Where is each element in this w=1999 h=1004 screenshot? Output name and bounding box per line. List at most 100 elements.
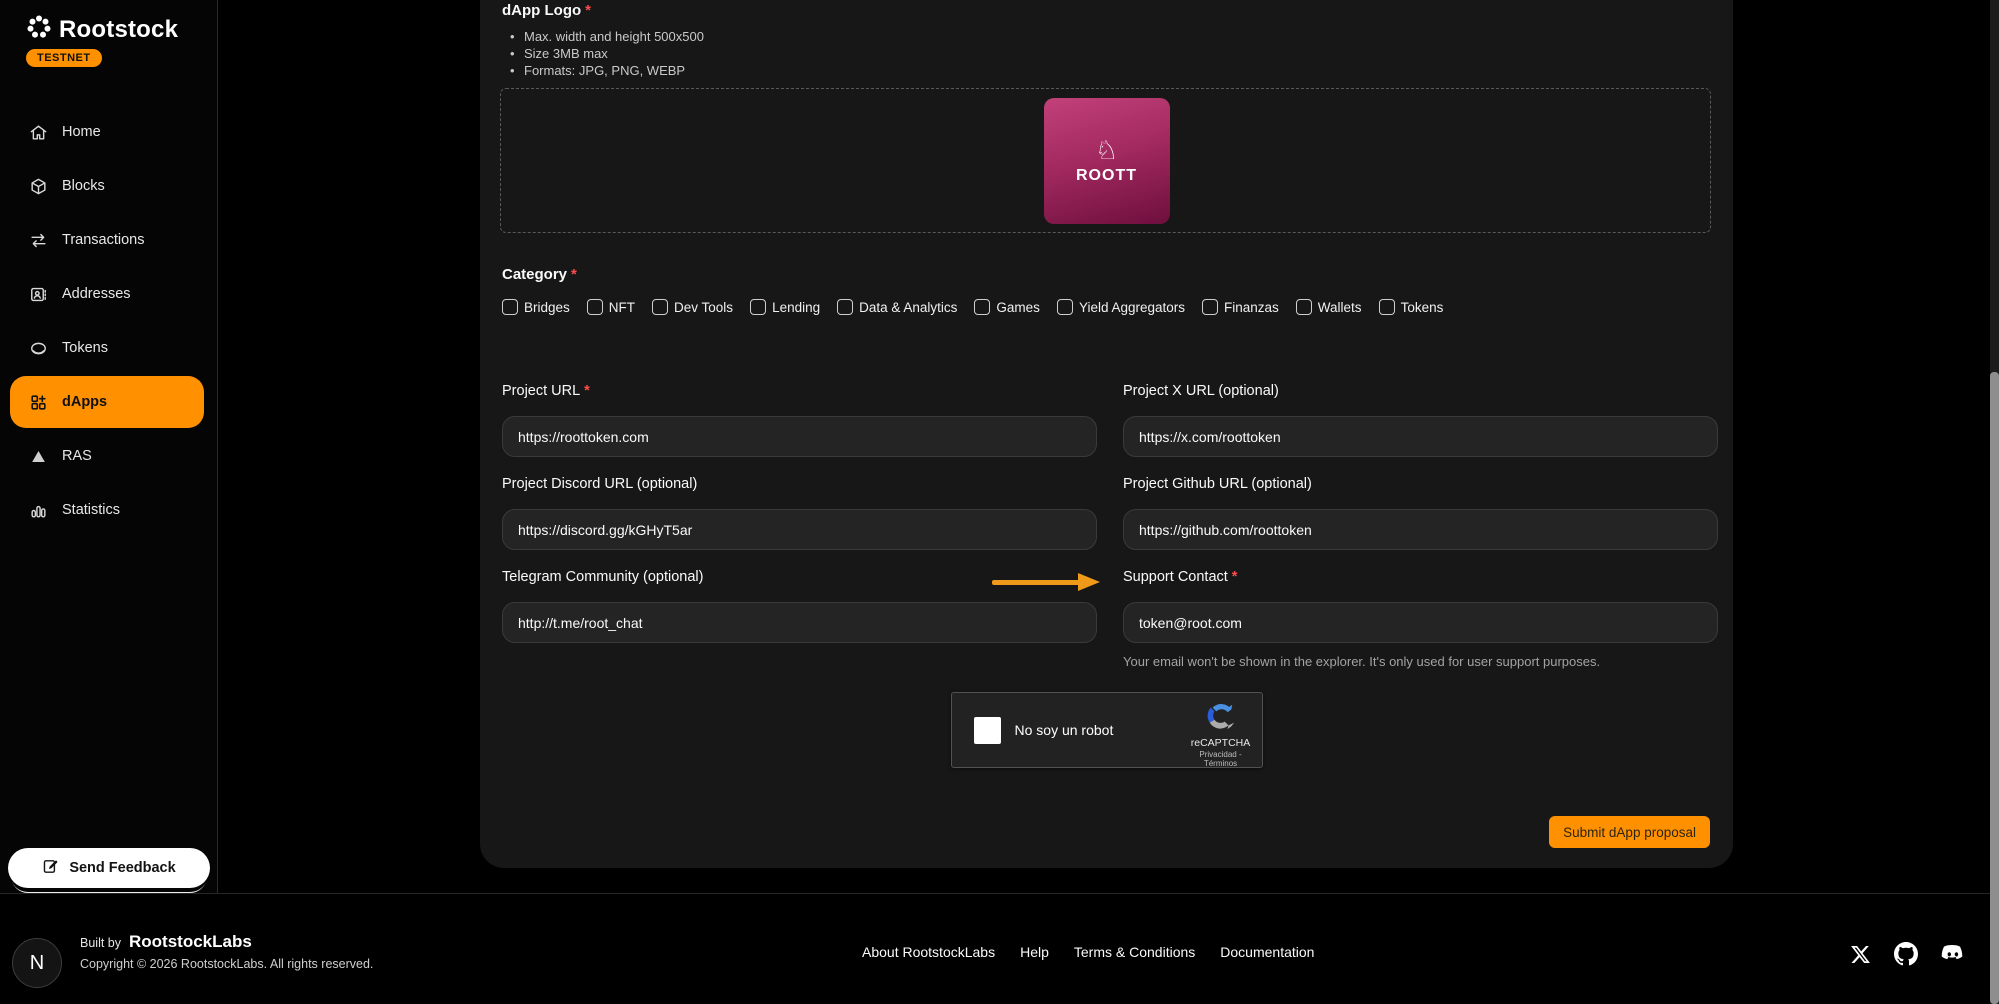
recaptcha-label: No soy un robot — [1015, 722, 1114, 738]
recaptcha-icon — [1206, 718, 1236, 735]
checkbox[interactable] — [1057, 299, 1073, 315]
checkbox[interactable] — [837, 299, 853, 315]
rootstocklabs-wordmark[interactable]: RootstockLabs — [129, 932, 252, 952]
field-project-discord-url: Project Discord URL (optional) — [502, 476, 1097, 550]
blocks-icon — [28, 176, 48, 196]
sidebar-item-blocks[interactable]: Blocks — [0, 159, 218, 213]
scrollbar-thumb[interactable] — [1990, 372, 1999, 1004]
recaptcha-brand: reCAPTCHA — [1190, 737, 1252, 749]
field-project-github-url: Project Github URL (optional) — [1123, 476, 1718, 550]
scrollbar-track[interactable] — [1990, 0, 1999, 1004]
category-option-dev-tools[interactable]: Dev Tools — [652, 299, 733, 315]
dapp-proposal-form-card: dApp Logo* Max. width and height 500x500… — [480, 0, 1733, 868]
sidebar-item-label: Tokens — [62, 340, 108, 356]
discord-icon[interactable] — [1939, 941, 1965, 967]
category-option-tokens[interactable]: Tokens — [1379, 299, 1444, 315]
copyright-text: Copyright © 2026 RootstockLabs. All righ… — [80, 957, 373, 971]
footer-link-terms[interactable]: Terms & Conditions — [1074, 944, 1195, 960]
submit-dapp-proposal-button[interactable]: Submit dApp proposal — [1549, 816, 1710, 848]
logo-rule: Formats: JPG, PNG, WEBP — [510, 62, 704, 79]
required-asterisk: * — [571, 266, 577, 283]
sidebar-item-label: Home — [62, 124, 101, 140]
pointer-arrow-icon — [992, 572, 1104, 592]
sidebar-item-ras[interactable]: RAS — [0, 429, 218, 483]
sidebar-item-dapps[interactable]: dApps — [10, 376, 204, 428]
checkbox[interactable] — [974, 299, 990, 315]
field-label: Project Discord URL (optional) — [502, 476, 1097, 492]
field-label: Support Contact* — [1123, 569, 1718, 585]
footer-links: About RootstockLabs Help Terms & Conditi… — [862, 944, 1314, 960]
feedback-note-icon — [42, 858, 59, 879]
ras-icon — [28, 446, 48, 466]
category-label: Category* — [502, 266, 577, 283]
sidebar-item-transactions[interactable]: Transactions — [0, 213, 218, 267]
project-x-url-input[interactable] — [1123, 416, 1718, 457]
category-option-wallets[interactable]: Wallets — [1296, 299, 1362, 315]
built-by: Built by RootstockLabs — [80, 932, 252, 952]
knight-icon: ♘ — [1095, 137, 1118, 165]
sidebar-nav: Home Blocks Transactions Addresses — [0, 105, 218, 537]
github-icon[interactable] — [1893, 941, 1919, 967]
project-discord-url-input[interactable] — [502, 509, 1097, 550]
sidebar-item-statistics[interactable]: Statistics — [0, 483, 218, 537]
transactions-icon — [28, 230, 48, 250]
required-asterisk: * — [585, 2, 591, 19]
category-option-bridges[interactable]: Bridges — [502, 299, 570, 315]
home-icon — [28, 122, 48, 142]
recaptcha-privacy-terms[interactable]: Privacidad - Términos — [1190, 750, 1252, 768]
checkbox[interactable] — [750, 299, 766, 315]
field-support-contact: Support Contact* Your email won't be sho… — [1123, 569, 1718, 669]
checkbox[interactable] — [652, 299, 668, 315]
project-github-url-input[interactable] — [1123, 509, 1718, 550]
sidebar-item-home[interactable]: Home — [0, 105, 218, 159]
footer-link-documentation[interactable]: Documentation — [1220, 944, 1314, 960]
checkbox[interactable] — [587, 299, 603, 315]
checkbox[interactable] — [502, 299, 518, 315]
built-by-text: Built by — [80, 936, 121, 950]
project-url-input[interactable] — [502, 416, 1097, 457]
sidebar-item-addresses[interactable]: Addresses — [0, 267, 218, 321]
logo-rule: Size 3MB max — [510, 45, 704, 62]
category-option-games[interactable]: Games — [974, 299, 1040, 315]
recaptcha-logo: reCAPTCHA Privacidad - Términos — [1190, 701, 1252, 768]
form-grid: Project URL* Project X URL (optional) Pr… — [502, 383, 1718, 669]
sidebar-item-label: Statistics — [62, 502, 120, 518]
category-option-lending[interactable]: Lending — [750, 299, 820, 315]
dapp-logo-label: dApp Logo* — [502, 2, 591, 19]
recaptcha-checkbox[interactable] — [974, 717, 1001, 744]
page: Rootstock TESTNET Home Blocks Transacti — [0, 0, 1999, 1004]
recaptcha-widget: No soy un robot reCAPTCHA Privacidad - T… — [951, 692, 1263, 768]
statistics-icon — [28, 500, 48, 520]
category-option-finanzas[interactable]: Finanzas — [1202, 299, 1279, 315]
sidebar-item-label: Transactions — [62, 232, 144, 248]
required-asterisk: * — [1232, 569, 1238, 585]
checkbox[interactable] — [1202, 299, 1218, 315]
support-contact-input[interactable] — [1123, 602, 1718, 643]
n-avatar[interactable]: N — [12, 938, 62, 988]
category-option-data-analytics[interactable]: Data & Analytics — [837, 299, 957, 315]
send-feedback-button[interactable]: Send Feedback — [8, 848, 210, 888]
field-project-url: Project URL* — [502, 383, 1097, 457]
field-label: Project URL* — [502, 383, 1097, 399]
required-asterisk: * — [584, 383, 590, 399]
brand-logo[interactable]: Rootstock — [26, 14, 178, 45]
support-contact-helper: Your email won't be shown in the explore… — [1123, 654, 1718, 669]
field-label: Project Github URL (optional) — [1123, 476, 1718, 492]
checkbox[interactable] — [1296, 299, 1312, 315]
footer-link-about[interactable]: About RootstockLabs — [862, 944, 995, 960]
checkbox[interactable] — [1379, 299, 1395, 315]
dapps-icon — [28, 392, 48, 412]
x-icon[interactable] — [1847, 941, 1873, 967]
brand-name: Rootstock — [59, 16, 178, 44]
social-links — [1847, 941, 1965, 967]
footer-link-help[interactable]: Help — [1020, 944, 1049, 960]
sidebar: Rootstock TESTNET Home Blocks Transacti — [0, 0, 218, 893]
addresses-icon — [28, 284, 48, 304]
category-option-nft[interactable]: NFT — [587, 299, 635, 315]
sidebar-item-tokens[interactable]: Tokens — [0, 321, 218, 375]
telegram-community-input[interactable] — [502, 602, 1097, 643]
category-option-yield-aggregators[interactable]: Yield Aggregators — [1057, 299, 1185, 315]
tokens-icon — [28, 338, 48, 358]
field-project-x-url: Project X URL (optional) — [1123, 383, 1718, 457]
logo-preview[interactable]: ♘ ROOTT — [1044, 98, 1170, 224]
